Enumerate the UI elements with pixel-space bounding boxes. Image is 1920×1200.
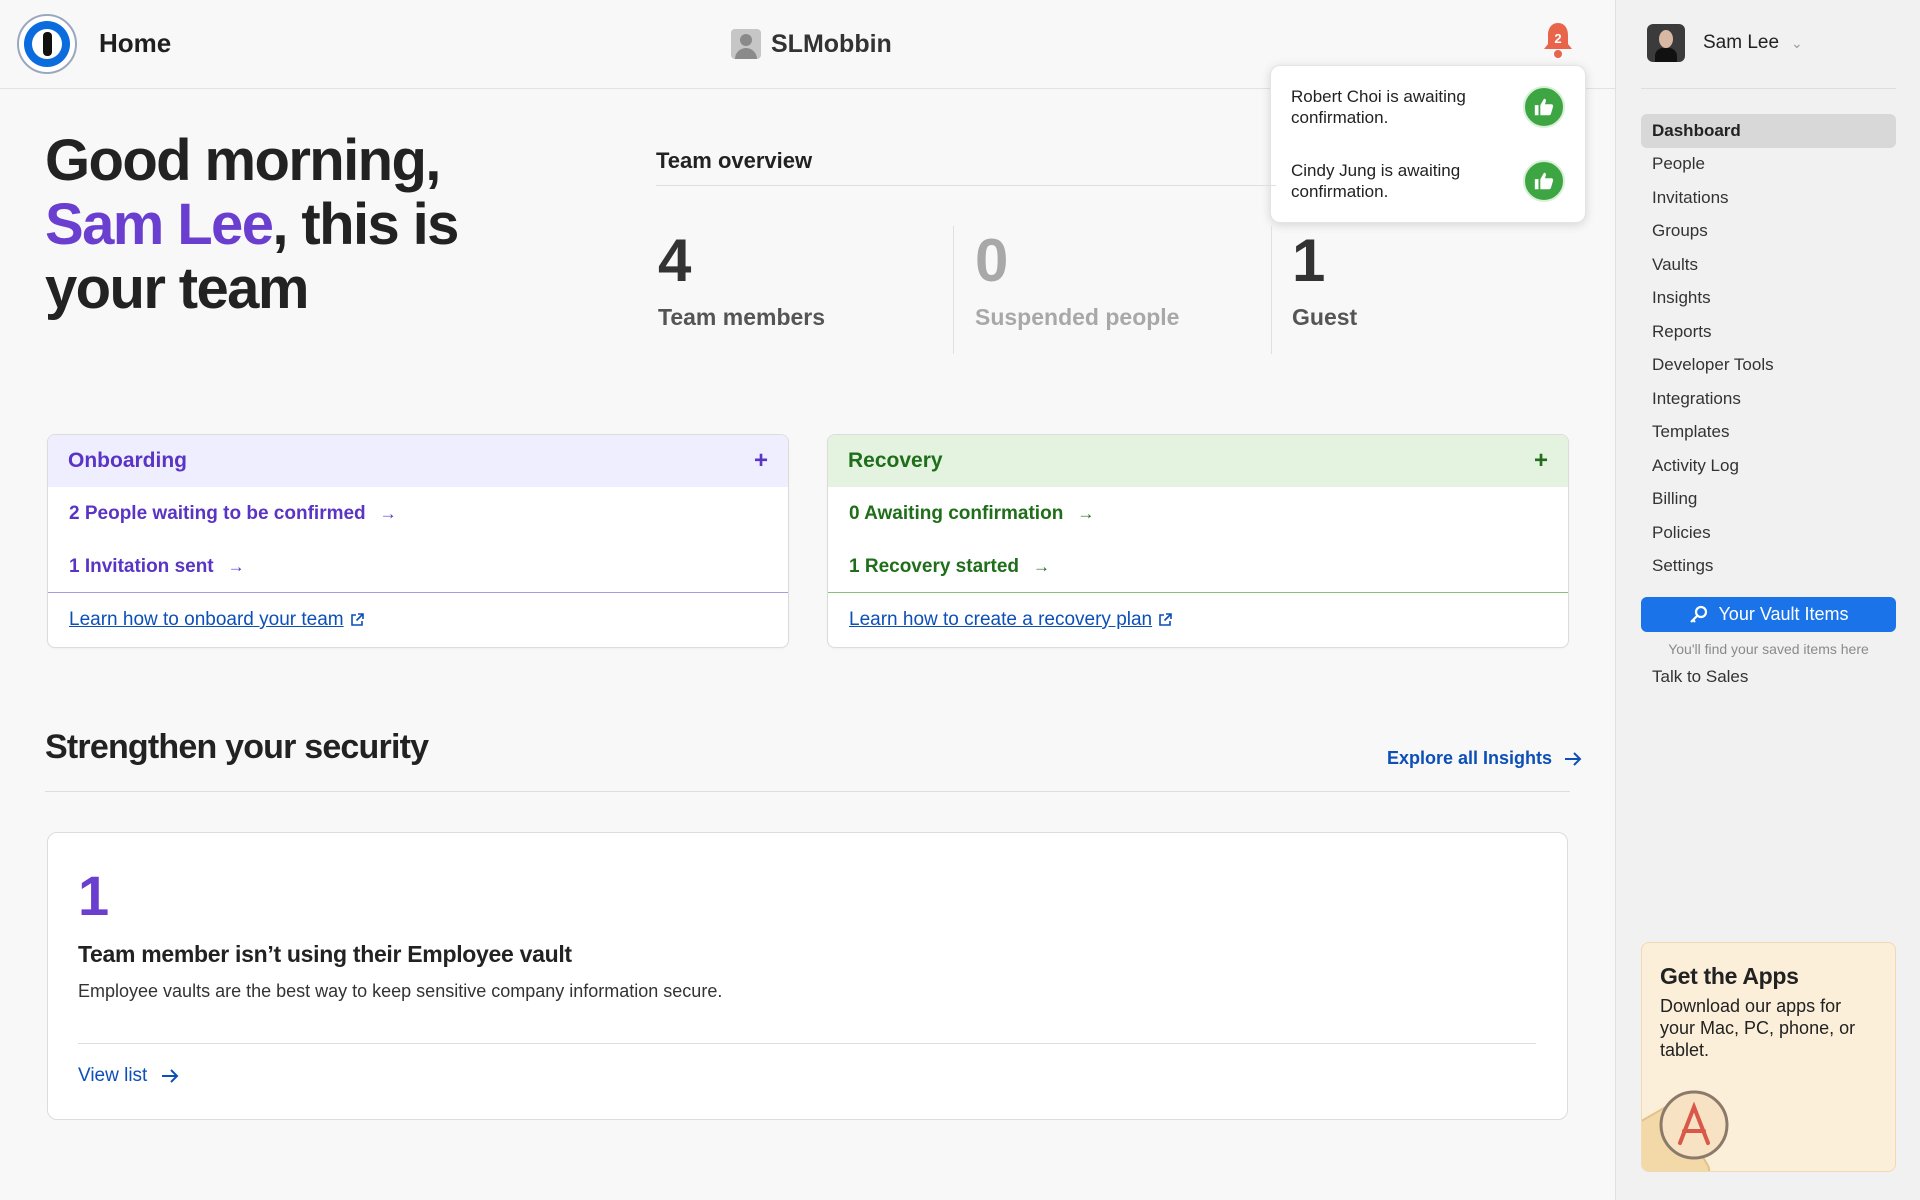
vault-button-label: Your Vault Items [1718,604,1849,624]
stat-label: Suspended people [975,304,1180,330]
key-icon [1690,605,1708,623]
recovery-learn-link[interactable]: Learn how to create a recovery plan [828,592,1568,647]
sidebar-item-reports[interactable]: Reports [1641,315,1896,349]
arrow-right-icon: → [1077,503,1095,523]
stat-value: 0 [975,227,1009,294]
divider [1641,88,1896,89]
recovery-row-started[interactable]: 1 Recovery started → [828,540,1568,593]
view-list-link[interactable]: View list [78,1065,179,1087]
stat-team-members[interactable]: 4 Team members [656,226,825,356]
stat-value: 4 [658,227,692,294]
sidebar-item-integrations[interactable]: Integrations [1641,382,1896,416]
divider [78,1043,1536,1044]
divider [45,791,1570,792]
team-overview-title: Team overview [656,148,813,173]
sidebar-item-groups[interactable]: Groups [1641,215,1896,249]
notification-text: Cindy Jung is awaiting confirmation. [1291,161,1461,201]
greeting-heading: Good morning, Sam Lee, this is your team [45,129,565,321]
divider [656,185,1276,186]
divider [1271,226,1272,354]
insight-title: Team member isn’t using their Employee v… [78,941,572,967]
vault-items-button[interactable]: Your Vault Items [1641,597,1896,632]
recovery-row-awaiting[interactable]: 0 Awaiting confirmation → [828,487,1568,540]
row-label: 1 Invitation sent [69,555,214,577]
notification-item[interactable]: Robert Choi is awaiting confirmation. [1271,70,1585,144]
page-title: Home [99,28,172,58]
stat-label: Guest [1292,304,1358,330]
thumbs-up-icon[interactable] [1523,86,1565,128]
notification-item[interactable]: Cindy Jung is awaiting confirmation. [1271,144,1585,218]
sidebar-item-templates[interactable]: Templates [1641,416,1896,450]
external-link-icon [350,613,364,626]
account-icon [731,29,761,59]
account-switcher[interactable]: SLMobbin [731,29,892,59]
apps-description: Download our apps for your Mac, PC, phon… [1660,996,1856,1060]
link-label: View list [78,1065,148,1086]
recovery-card-header: Recovery + [828,435,1568,487]
user-menu[interactable]: Sam Lee ⌄ [1647,24,1803,62]
onboarding-row-waiting[interactable]: 2 People waiting to be confirmed → [48,487,788,540]
add-recovery-button[interactable]: + [1534,447,1548,475]
arrow-right-icon: → [227,556,245,576]
sidebar-item-activity-log[interactable]: Activity Log [1641,449,1896,483]
insight-card: 1 Team member isn’t using their Employee… [47,832,1568,1120]
sidebar-item-vaults[interactable]: Vaults [1641,248,1896,282]
right-sidebar: Sam Lee ⌄ Dashboard People Invitations G… [1615,0,1920,1200]
divider [953,226,954,354]
greeting-prefix: Good morning, [45,128,441,193]
stat-label: Team members [658,304,826,330]
insight-description: Employee vaults are the best way to keep… [78,981,723,1001]
onboard-learn-link[interactable]: Learn how to onboard your team [48,592,788,647]
sidebar-item-developer-tools[interactable]: Developer Tools [1641,349,1896,383]
onboarding-title: Onboarding [68,449,187,472]
user-name: Sam Lee [1703,32,1780,53]
apps-title: Get the Apps [1660,963,1799,989]
stat-value: 1 [1292,227,1326,294]
sidebar-item-people[interactable]: People [1641,148,1896,182]
onboarding-card-header: Onboarding + [48,435,788,487]
external-link-icon [1159,613,1172,626]
sidebar-item-dashboard[interactable]: Dashboard [1641,114,1896,148]
stat-suspended-people[interactable]: 0 Suspended people [973,226,1179,356]
sidebar-item-insights[interactable]: Insights [1641,282,1896,316]
arrow-right-icon [162,1069,179,1083]
arrow-right-icon: → [1033,556,1051,576]
onepassword-logo-icon[interactable] [17,14,77,74]
avatar [1647,24,1685,62]
arrow-right-icon: → [379,503,397,523]
onboarding-card: Onboarding + 2 People waiting to be conf… [47,434,789,648]
sidebar-item-billing[interactable]: Billing [1641,483,1896,517]
row-label: 1 Recovery started [849,555,1020,577]
onboarding-row-invitations[interactable]: 1 Invitation sent → [48,540,788,593]
notification-count: 2 [1554,31,1561,46]
stat-guest[interactable]: 1 Guest [1290,226,1357,356]
link-label: Explore all Insights [1387,748,1553,768]
bell-icon[interactable]: 2 [1540,20,1576,60]
arrow-right-icon [1565,751,1582,766]
sidebar-item-settings[interactable]: Settings [1641,550,1896,584]
security-section-title: Strengthen your security [45,728,429,766]
row-label: 2 People waiting to be confirmed [69,502,366,524]
add-onboarding-button[interactable]: + [754,447,768,475]
talk-to-sales-link[interactable]: Talk to Sales [1652,667,1748,687]
vault-hint: You'll find your saved items here [1668,641,1869,657]
thumbs-up-icon[interactable] [1523,160,1565,202]
link-label: Learn how to onboard your team [69,609,344,630]
explore-insights-link[interactable]: Explore all Insights [1387,748,1582,769]
insight-count: 1 [78,864,110,927]
recovery-card: Recovery + 0 Awaiting confirmation → 1 R… [827,434,1569,648]
greeting-user-name: Sam Lee [45,192,274,257]
sidebar-item-invitations[interactable]: Invitations [1641,181,1896,215]
get-apps-card[interactable]: Get the Apps Download our apps for your … [1641,942,1896,1172]
sidebar-nav: Dashboard People Invitations Groups Vaul… [1641,114,1896,583]
sidebar-item-policies[interactable]: Policies [1641,516,1896,550]
recovery-title: Recovery [848,449,943,472]
chevron-down-icon: ⌄ [1791,34,1803,51]
notification-text: Robert Choi is awaiting confirmation. [1291,87,1466,127]
row-label: 0 Awaiting confirmation [849,502,1064,524]
notifications-popover: Robert Choi is awaiting confirmation. Ci… [1270,65,1586,223]
link-label: Learn how to create a recovery plan [849,609,1153,630]
account-name: SLMobbin [771,29,892,58]
app-store-icon [1642,1090,1729,1171]
